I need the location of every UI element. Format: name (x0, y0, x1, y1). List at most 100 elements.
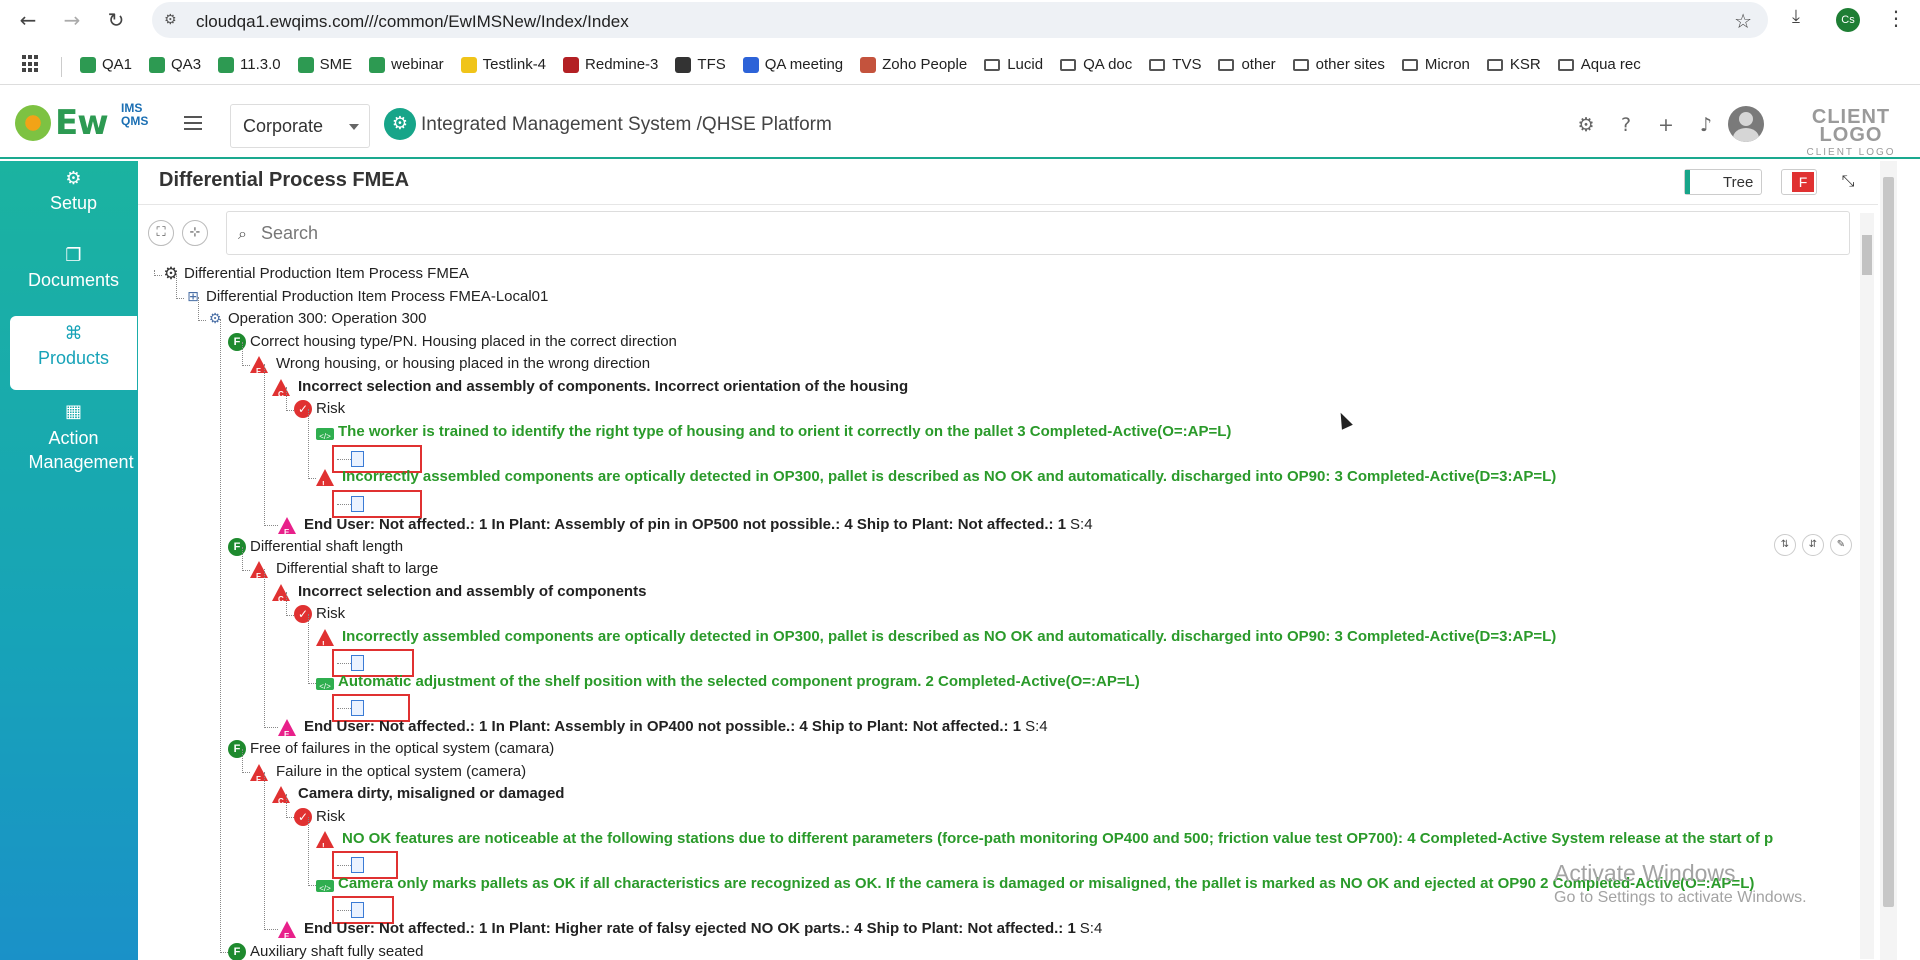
bookmark-zoho-people[interactable]: Zoho People (860, 56, 967, 73)
redmine-icon (563, 56, 580, 73)
bookmark-other-sites[interactable]: other sites (1292, 56, 1385, 73)
profile-avatar[interactable]: Cs (1836, 8, 1860, 32)
tree-node-function[interactable]: F Correct housing type/PN. Housing place… (228, 332, 677, 352)
bookmark-sme[interactable]: SME (297, 56, 352, 73)
effect-icon: E (278, 920, 296, 941)
tree-node-prevention-control[interactable]: </> The worker is trained to identify th… (316, 422, 1231, 442)
apps-grid-icon[interactable] (22, 55, 40, 73)
bookmark-qa-meeting[interactable]: QA meeting (742, 56, 843, 73)
page-scrollbar-thumb[interactable] (1883, 177, 1894, 907)
gear-icon[interactable]: ⚙ (1575, 114, 1597, 136)
page-title: Differential Process FMEA (159, 169, 410, 191)
sidebar-item-documents[interactable]: ❐ Documents (10, 238, 137, 312)
tree-node-prevention-control[interactable]: </> Automatic adjustment of the shelf po… (316, 672, 1140, 692)
sidebar-item-action-management[interactable]: ▦ Action Management (10, 394, 137, 484)
tree-node-prevention-control[interactable]: </> Camera only marks pallets as OK if a… (316, 874, 1754, 894)
bookmark-tvs[interactable]: TVS (1149, 56, 1201, 73)
building-icon: ▦ (64, 401, 82, 422)
bell-icon[interactable]: ♪ (1695, 114, 1717, 136)
bookmark-ksr[interactable]: KSR (1486, 56, 1541, 73)
ewqims-logo[interactable]: Ew IMS QMS (15, 100, 148, 146)
tree-node-detection-control[interactable]: ! Incorrectly assembled components are o… (316, 467, 1556, 489)
bookmark-qa3[interactable]: QA3 (149, 56, 201, 73)
tree-node-detection-control[interactable]: ! NO OK features are noticeable at the f… (316, 829, 1851, 849)
tree-node-effect[interactable]: E End User: Not affected.: 1 In Plant: H… (278, 919, 1102, 941)
tree-node-risk[interactable]: ✓ Risk (294, 604, 345, 624)
tree-node-operation[interactable]: ⚙ Operation 300: Operation 300 (206, 309, 427, 329)
testlink-icon (460, 56, 477, 73)
url-text[interactable]: cloudqa1.ewqims.com///common/EwIMSNew/In… (196, 12, 629, 32)
expand-all-icon[interactable]: ⛶ (148, 220, 174, 246)
bookmark-testlink-4[interactable]: Testlink-4 (460, 56, 546, 73)
bookmark-micron[interactable]: Micron (1401, 56, 1470, 73)
bookmark-tfs[interactable]: TFS (675, 56, 726, 73)
download-icon[interactable]: ⤓ (1792, 6, 1800, 34)
search-input[interactable] (261, 220, 1831, 246)
tree-node-failure-mode[interactable]: F Failure in the optical system (camera) (250, 762, 526, 784)
tree-node-function[interactable]: F Free of failures in the optical system… (228, 739, 554, 759)
tree-connector (264, 772, 278, 930)
tree-connector (220, 319, 228, 953)
sidebar-item-products[interactable]: ⌘ Products (10, 316, 137, 390)
tree-node-effect[interactable]: E End User: Not affected.: 1 In Plant: A… (278, 717, 1048, 739)
fmea-tree: ⚙ Differential Production Item Process F… (138, 262, 1856, 960)
document-link[interactable] (332, 490, 422, 518)
browser-menu-icon[interactable]: ⋮ (1886, 6, 1906, 34)
folder-icon (1060, 58, 1077, 71)
sidebar-item-setup[interactable]: ⚙ Setup (10, 161, 137, 235)
tree-search: ⌕ (226, 211, 1850, 255)
tree-node-failure-mode[interactable]: F Wrong housing, or housing placed in th… (250, 354, 650, 376)
address-bar[interactable]: ⚙ cloudqa1.ewqims.com///common/EwIMSNew/… (152, 2, 1768, 38)
tree-node-function[interactable]: F Auxiliary shaft fully seated (228, 942, 423, 960)
help-icon[interactable]: ? (1615, 114, 1637, 136)
bookmark-aqua-rec[interactable]: Aqua rec (1557, 56, 1641, 73)
bookmark-other[interactable]: other (1218, 56, 1276, 73)
site-info-icon[interactable]: ⚙ (164, 11, 182, 29)
tree-connector (176, 274, 184, 299)
bookmark-11-3-0[interactable]: 11.3.0 (218, 56, 281, 73)
detection-control-icon: ! (316, 628, 334, 649)
tree-node-effect[interactable]: E End User: Not affected.: 1 In Plant: A… (278, 515, 1093, 537)
ewqims-icon (80, 56, 96, 73)
tree-node-root[interactable]: ⚙ Differential Production Item Process F… (162, 264, 468, 284)
bookmark-qa1[interactable]: QA1 (80, 56, 132, 73)
header-actions: ⚙ ? + ♪ (1575, 114, 1717, 136)
tree-scrollbar-thumb[interactable] (1862, 235, 1872, 275)
tree-node-cause[interactable]: C Incorrect selection and assembly of co… (272, 377, 908, 399)
collapse-arrows-icon[interactable]: ⤡ (1838, 171, 1858, 191)
tree-view-toggle[interactable]: Tree (1684, 169, 1762, 195)
tree-node-cause[interactable]: C Incorrect selection and assembly of co… (272, 582, 646, 604)
tree-node-failure-mode[interactable]: F Differential shaft to large (250, 559, 438, 581)
folder-icon (1401, 58, 1418, 71)
tree-scrollbar[interactable] (1860, 213, 1874, 959)
forward-icon[interactable]: → (60, 8, 84, 32)
document-icon (351, 451, 364, 467)
reorder-icon[interactable]: ⇵ (1802, 534, 1824, 556)
tree-node-risk[interactable]: ✓ Risk (294, 399, 345, 419)
user-avatar[interactable] (1728, 106, 1764, 142)
tree-node-cause[interactable]: C Camera dirty, misaligned or damaged (272, 784, 564, 806)
bookmark-qa-doc[interactable]: QA doc (1060, 56, 1132, 73)
plus-icon[interactable]: + (1655, 114, 1677, 136)
bookmark-lucid[interactable]: Lucid (984, 56, 1043, 73)
ewqims-icon (218, 56, 235, 73)
page-scrollbar[interactable] (1880, 161, 1897, 960)
globe-icon (675, 56, 692, 73)
bookmark-redmine-3[interactable]: Redmine-3 (563, 56, 658, 73)
tree-node-detection-control[interactable]: ! Incorrectly assembled components are o… (316, 627, 1556, 649)
tree-node-risk[interactable]: ✓ Risk (294, 807, 345, 827)
bookmark-webinar[interactable]: webinar (369, 56, 444, 73)
reload-icon[interactable]: ↻ (104, 8, 128, 32)
detection-control-icon: ! (316, 468, 334, 489)
hamburger-menu-icon[interactable] (184, 116, 202, 130)
back-icon[interactable]: ← (16, 8, 40, 32)
f-filter-toggle[interactable]: F (1781, 169, 1817, 195)
organization-select[interactable]: Corporate (230, 104, 370, 148)
move-up-down-icon[interactable]: ⇅ (1774, 534, 1796, 556)
tree-node-local[interactable]: ⊞ Differential Production Item Process F… (184, 287, 548, 307)
tree-node-function[interactable]: F Differential shaft length (228, 537, 403, 557)
bookmark-star-icon[interactable]: ☆ (1734, 9, 1752, 33)
document-icon (351, 655, 364, 671)
edit-icon[interactable]: ✎ (1830, 534, 1852, 556)
collapse-all-icon[interactable]: ⊹ (182, 220, 208, 246)
